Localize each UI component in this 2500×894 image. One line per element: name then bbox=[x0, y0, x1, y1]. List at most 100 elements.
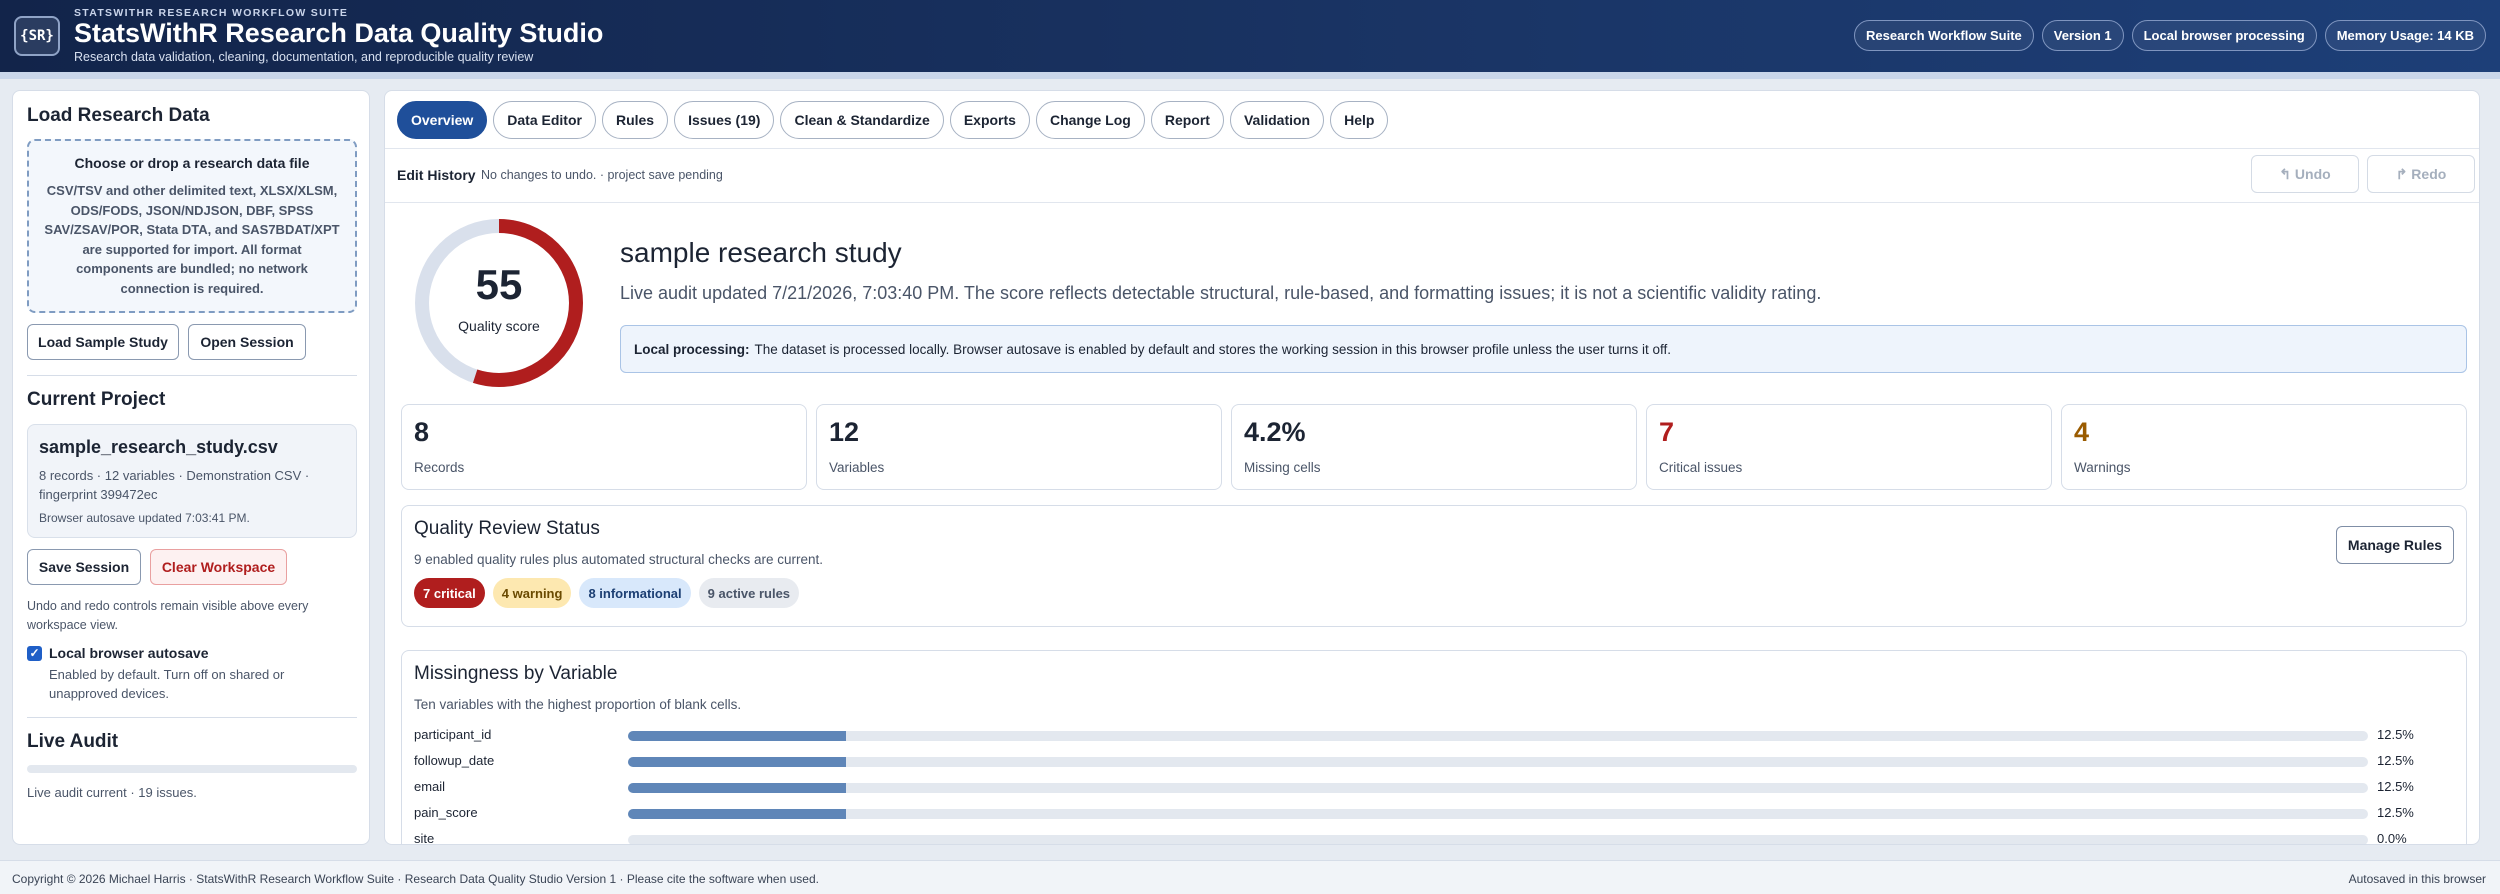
footer-autosave-status: Autosaved in this browser bbox=[2348, 872, 2486, 886]
main-workspace: Overview Data Editor Rules Issues (19) C… bbox=[384, 90, 2480, 845]
header-badges: Research Workflow Suite Version 1 Local … bbox=[1853, 20, 2486, 51]
open-session-button[interactable]: Open Session bbox=[188, 324, 306, 360]
audit-status: Live audit current · 19 issues. bbox=[27, 785, 197, 800]
missingness-row: participant_id 12.5% bbox=[414, 725, 2464, 745]
tab-issues[interactable]: Issues (19) bbox=[674, 101, 775, 139]
missingness-percent: 12.5% bbox=[2377, 805, 2414, 820]
variable-name: pain_score bbox=[414, 805, 478, 820]
stat-label: Critical issues bbox=[1659, 460, 1743, 475]
variable-name: email bbox=[414, 779, 446, 794]
badge-suite: Research Workflow Suite bbox=[1853, 20, 2034, 51]
tab-data-editor[interactable]: Data Editor bbox=[493, 101, 596, 139]
stat-card-warnings: 4 Warnings bbox=[2061, 404, 2467, 490]
tab-clean-standardize[interactable]: Clean & Standardize bbox=[780, 101, 944, 139]
undo-note: Undo and redo controls remain visible ab… bbox=[27, 599, 309, 632]
stat-value: 4.2% bbox=[1244, 417, 1306, 447]
file-dropzone[interactable]: Choose or drop a research data file CSV/… bbox=[27, 139, 357, 313]
redo-button[interactable]: ↱ Redo bbox=[2367, 155, 2475, 193]
project-card: sample_research_study.csv 8 records · 12… bbox=[27, 424, 357, 538]
load-data-heading: Load Research Data bbox=[27, 105, 210, 126]
missingness-percent: 12.5% bbox=[2377, 753, 2414, 768]
stat-card-records: 8 Records bbox=[401, 404, 807, 490]
stat-card-missing-cells: 4.2% Missing cells bbox=[1231, 404, 1637, 490]
missingness-panel: Missingness by Variable Ten variables wi… bbox=[401, 650, 2467, 845]
severity-pills: 7 critical 4 warning 8 informational 9 a… bbox=[414, 578, 800, 608]
manage-rules-button[interactable]: Manage Rules bbox=[2336, 526, 2454, 564]
variable-name: participant_id bbox=[414, 727, 492, 742]
missingness-row: pain_score 12.5% bbox=[414, 803, 2464, 823]
stat-label: Warnings bbox=[2074, 460, 2131, 475]
missingness-subtitle: Ten variables with the highest proportio… bbox=[414, 697, 742, 712]
stat-card-variables: 12 Variables bbox=[816, 404, 1222, 490]
app-subtitle: Research data validation, cleaning, docu… bbox=[74, 50, 534, 64]
dropzone-title: Choose or drop a research data file bbox=[74, 155, 310, 171]
project-name: sample_research_study.csv bbox=[39, 437, 278, 457]
quality-review-title: Quality Review Status bbox=[414, 518, 600, 539]
tab-change-log[interactable]: Change Log bbox=[1035, 101, 1145, 139]
stat-card-critical-issues: 7 Critical issues bbox=[1646, 404, 2052, 490]
sidebar-divider bbox=[27, 375, 357, 376]
tab-exports[interactable]: Exports bbox=[949, 101, 1030, 139]
project-autosave-status: Browser autosave updated 7:03:41 PM. bbox=[39, 511, 250, 525]
missingness-bar-track bbox=[628, 783, 2368, 793]
tab-report[interactable]: Report bbox=[1150, 101, 1224, 139]
stat-label: Variables bbox=[829, 460, 885, 475]
tab-validation[interactable]: Validation bbox=[1229, 101, 1325, 139]
app-footer: Copyright © 2026 Michael Harris · StatsW… bbox=[0, 860, 2500, 894]
edit-history-label: Edit History bbox=[397, 167, 476, 183]
stat-label: Records bbox=[414, 460, 465, 475]
audit-updated-text: Live audit updated 7/21/2026, 7:03:40 PM… bbox=[620, 283, 1822, 303]
missingness-bar-track bbox=[628, 809, 2368, 819]
pill-critical: 7 critical bbox=[414, 578, 485, 608]
sidebar-divider bbox=[27, 717, 357, 718]
tab-help[interactable]: Help bbox=[1330, 101, 1389, 139]
missingness-bar-fill bbox=[628, 731, 846, 741]
stat-value: 4 bbox=[2074, 417, 2090, 447]
stat-value: 7 bbox=[1659, 417, 1675, 447]
edit-history-status: No changes to undo. · project save pendi… bbox=[481, 168, 723, 182]
tab-overview[interactable]: Overview bbox=[397, 101, 488, 139]
stat-value: 12 bbox=[829, 417, 860, 447]
current-project-heading: Current Project bbox=[27, 389, 166, 410]
sidebar: Load Research Data Choose or drop a rese… bbox=[12, 90, 370, 845]
missingness-bar-fill bbox=[628, 809, 846, 819]
live-audit-heading: Live Audit bbox=[27, 731, 119, 752]
missingness-percent: 12.5% bbox=[2377, 779, 2414, 794]
undo-button[interactable]: ↰ Undo bbox=[2251, 155, 2359, 193]
variable-name: site bbox=[414, 831, 435, 845]
autosave-checkbox[interactable]: ✓ bbox=[27, 646, 42, 661]
app-logo: {SR} bbox=[14, 16, 60, 56]
project-meta: 8 records · 12 variables · Demonstration… bbox=[39, 468, 310, 502]
badge-memory-usage: Memory Usage: 14 KB bbox=[2324, 20, 2486, 51]
missingness-row: email 12.5% bbox=[414, 777, 2464, 797]
save-session-button[interactable]: Save Session bbox=[27, 549, 141, 585]
load-sample-study-button[interactable]: Load Sample Study bbox=[27, 324, 179, 360]
missingness-bar-track bbox=[628, 731, 2368, 741]
missingness-bar-track bbox=[628, 757, 2368, 767]
dropzone-text: CSV/TSV and other delimited text, XLSX/X… bbox=[44, 183, 340, 296]
missingness-title: Missingness by Variable bbox=[414, 663, 618, 684]
app-header: {SR} STATSWITHR RESEARCH WORKFLOW SUITE … bbox=[0, 0, 2500, 72]
footer-copyright: Copyright © 2026 Michael Harris · StatsW… bbox=[12, 872, 819, 886]
edit-history-separator bbox=[385, 202, 2479, 203]
quality-score-value: 55 bbox=[475, 261, 523, 308]
clear-workspace-button[interactable]: Clear Workspace bbox=[150, 549, 287, 585]
missingness-row: site 0.0% bbox=[414, 829, 2464, 845]
tab-rules[interactable]: Rules bbox=[601, 101, 669, 139]
quality-review-status-panel: Quality Review Status 9 enabled quality … bbox=[401, 505, 2467, 627]
badge-local-processing: Local browser processing bbox=[2131, 20, 2317, 51]
pill-informational: 8 informational bbox=[579, 578, 691, 608]
autosave-label: Local browser autosave bbox=[49, 645, 209, 661]
header-accent-strip bbox=[0, 72, 2500, 79]
local-processing-text: The dataset is processed locally. Browse… bbox=[754, 341, 1672, 357]
missingness-bar-track bbox=[628, 835, 2368, 844]
autosave-description: Enabled by default. Turn off on shared o… bbox=[49, 667, 285, 701]
variable-name: followup_date bbox=[414, 753, 495, 768]
missingness-bar-fill bbox=[628, 783, 846, 793]
audit-progress-bar bbox=[27, 765, 357, 773]
badge-version: Version 1 bbox=[2041, 20, 2124, 51]
study-title: sample research study bbox=[620, 237, 902, 268]
tab-bar: Overview Data Editor Rules Issues (19) C… bbox=[397, 101, 1389, 139]
local-processing-notice: Local processing: The dataset is process… bbox=[620, 325, 2467, 373]
missingness-percent: 0.0% bbox=[2377, 831, 2407, 845]
